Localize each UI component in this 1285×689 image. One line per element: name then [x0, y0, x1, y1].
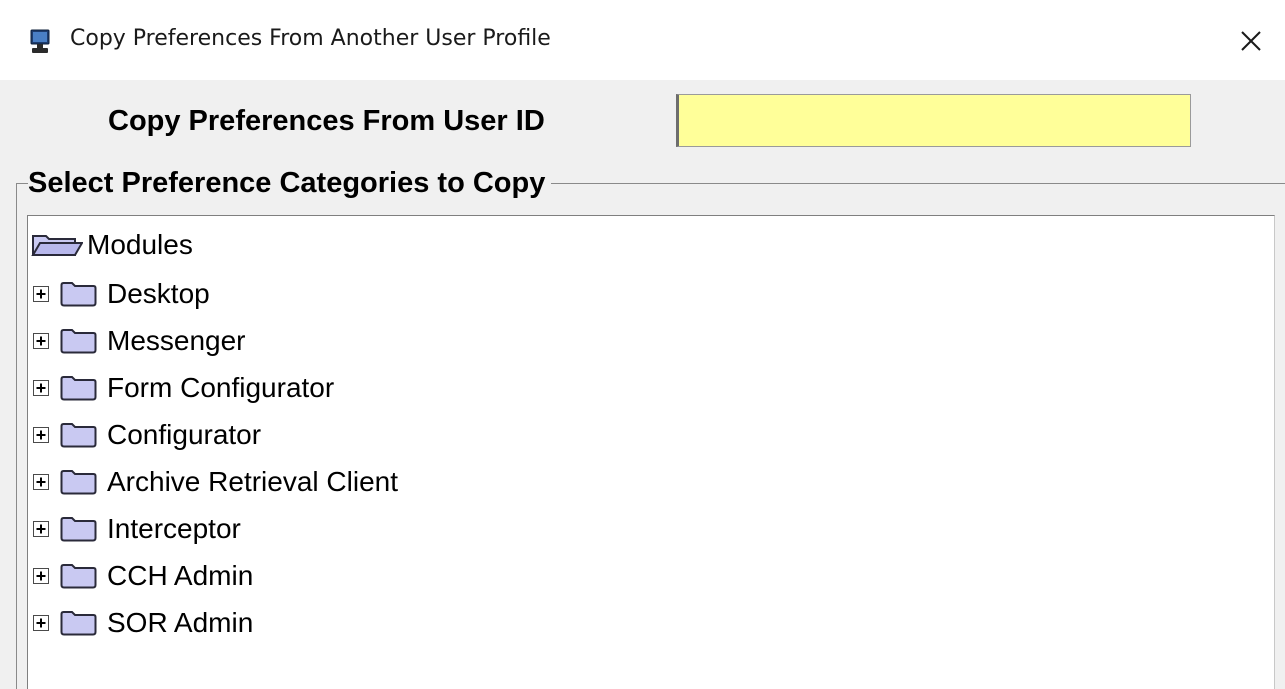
- tree-item-label: Form Configurator: [107, 372, 335, 403]
- open-folder-icon: [31, 235, 83, 256]
- expand-plus-icon[interactable]: [33, 521, 49, 537]
- expand-plus-icon[interactable]: [33, 568, 49, 584]
- expand-plus-icon[interactable]: [33, 286, 49, 302]
- user-id-label: Copy Preferences From User ID: [108, 105, 545, 137]
- expand-plus-icon[interactable]: [33, 380, 49, 396]
- tree-root-modules[interactable]: Modules: [31, 225, 193, 265]
- tree-item-label: SOR Admin: [107, 607, 254, 638]
- folder-icon: [60, 282, 97, 307]
- tree-item-messenger[interactable]: Messenger: [33, 321, 246, 361]
- folder-icon: [60, 564, 97, 589]
- tree-item-cch-admin[interactable]: CCH Admin: [33, 556, 253, 596]
- folder-icon: [60, 611, 97, 636]
- folder-icon: [60, 329, 97, 354]
- tree-item-label: Messenger: [107, 325, 246, 356]
- categories-tree[interactable]: Modules Desktop Messenger Form Configura…: [27, 215, 1275, 689]
- expand-plus-icon[interactable]: [33, 333, 49, 349]
- tree-item-label: Desktop: [107, 278, 210, 309]
- user-id-input[interactable]: [676, 94, 1191, 147]
- tree-item-desktop[interactable]: Desktop: [33, 274, 210, 314]
- expand-plus-icon[interactable]: [33, 474, 49, 490]
- tree-item-configurator[interactable]: Configurator: [33, 415, 261, 455]
- tree-item-form-configurator[interactable]: Form Configurator: [33, 368, 334, 408]
- expand-plus-icon[interactable]: [33, 427, 49, 443]
- tree-item-label: Archive Retrieval Client: [107, 466, 398, 497]
- folder-icon: [60, 470, 97, 495]
- dialog-window: Copy Preferences From Another User Profi…: [0, 0, 1285, 689]
- folder-icon: [60, 376, 97, 401]
- tree-item-label: Configurator: [107, 419, 262, 450]
- tree-item-label: Interceptor: [107, 513, 241, 544]
- close-icon[interactable]: [1232, 22, 1270, 60]
- tree-item-label: CCH Admin: [107, 560, 254, 591]
- tree-item-archive-retrieval-client[interactable]: Archive Retrieval Client: [33, 462, 398, 502]
- title-bar[interactable]: Copy Preferences From Another User Profi…: [0, 0, 1285, 80]
- window-title: Copy Preferences From Another User Profi…: [70, 26, 551, 51]
- categories-group-title: Select Preference Categories to Copy: [28, 167, 552, 200]
- computer-icon: [30, 29, 50, 53]
- tree-item-sor-admin[interactable]: SOR Admin: [33, 603, 253, 643]
- folder-icon: [60, 423, 97, 448]
- expand-plus-icon[interactable]: [33, 615, 49, 631]
- tree-item-interceptor[interactable]: Interceptor: [33, 509, 241, 549]
- folder-icon: [60, 517, 97, 542]
- tree-root-label: Modules: [87, 229, 193, 260]
